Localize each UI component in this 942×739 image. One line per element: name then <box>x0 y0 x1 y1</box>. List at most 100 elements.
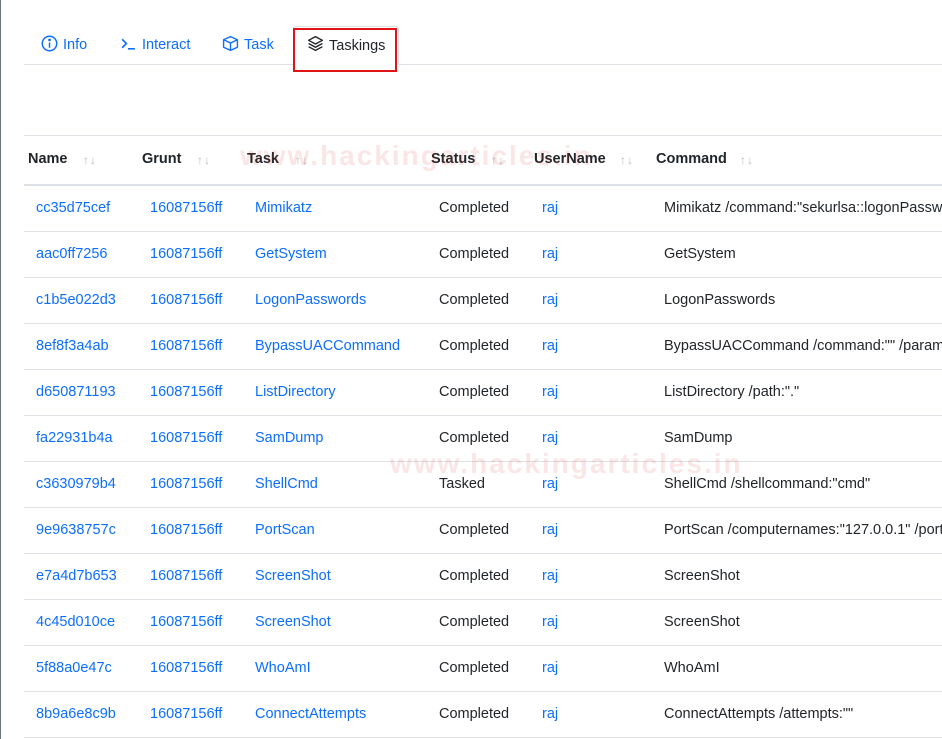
row-name-link[interactable]: 9e9638757c <box>36 508 116 553</box>
row-name-link[interactable]: 4c45d010ce <box>36 600 115 645</box>
row-task-link[interactable]: ScreenShot <box>255 554 331 599</box>
tab-bar: Info Interact Task Taskings <box>24 26 942 65</box>
row-task-link[interactable]: BypassUACCommand <box>255 324 400 369</box>
row-name-link[interactable]: fa22931b4a <box>36 416 113 461</box>
tab-interact-label: Interact <box>142 37 191 53</box>
sort-icon[interactable]: ↑↓ <box>197 136 211 184</box>
row-status: Completed <box>439 706 510 722</box>
row-command: LogonPasswords <box>664 292 776 308</box>
row-grunt-link[interactable]: 16087156ff <box>150 600 222 645</box>
row-name-link[interactable]: 8b9a6e8c9b <box>36 692 116 737</box>
row-grunt-link[interactable]: 16087156ff <box>150 370 222 415</box>
table-row: c3630979b4 16087156ff ShellCmd Tasked raj She… <box>24 462 942 508</box>
row-name-link[interactable]: c1b5e022d3 <box>36 278 116 323</box>
row-task-link[interactable]: SamDump <box>255 416 324 461</box>
row-task-link[interactable]: WhoAmI <box>255 646 311 691</box>
row-command: ScreenShot <box>664 568 740 584</box>
box-icon <box>222 35 244 56</box>
row-status: Completed <box>439 568 510 584</box>
row-task-link[interactable]: LogonPasswords <box>255 278 366 323</box>
row-command: SamDump <box>664 430 733 446</box>
row-grunt-link[interactable]: 16087156ff <box>150 692 222 737</box>
column-header-username[interactable]: UserName <box>534 136 606 184</box>
column-header-status[interactable]: Status <box>431 136 475 184</box>
layers-icon <box>307 35 329 56</box>
tab-task[interactable]: Task <box>222 26 274 64</box>
row-username-link[interactable]: raj <box>542 646 558 691</box>
row-name-link[interactable]: e7a4d7b653 <box>36 554 117 599</box>
row-username-link[interactable]: raj <box>542 462 558 507</box>
table-header: Name ↑↓ Grunt ↑↓ Task ↑↓ Status ↑↓ UserN… <box>24 136 942 186</box>
table-row: cc35d75cef 16087156ff Mimikatz Completed raj… <box>24 186 942 232</box>
row-username-link[interactable]: raj <box>542 416 558 461</box>
row-status: Completed <box>439 430 510 446</box>
taskings-table: Name ↑↓ Grunt ↑↓ Task ↑↓ Status ↑↓ UserN… <box>24 135 942 738</box>
row-username-link[interactable]: raj <box>542 186 558 231</box>
column-header-name[interactable]: Name <box>28 136 68 184</box>
table-row: c1b5e022d3 16087156ff LogonPasswords Comple… <box>24 278 942 324</box>
row-grunt-link[interactable]: 16087156ff <box>150 508 222 553</box>
sort-icon[interactable]: ↑↓ <box>491 136 505 184</box>
row-task-link[interactable]: ListDirectory <box>255 370 336 415</box>
row-name-link[interactable]: cc35d75cef <box>36 186 110 231</box>
sort-icon[interactable]: ↑↓ <box>740 136 754 184</box>
row-username-link[interactable]: raj <box>542 508 558 553</box>
row-username-link[interactable]: raj <box>542 600 558 645</box>
row-grunt-link[interactable]: 16087156ff <box>150 324 222 369</box>
table-row: 9e9638757c 16087156ff PortScan Completed raj… <box>24 508 942 554</box>
table-row: 8b9a6e8c9b 16087156ff ConnectAttempts Compl… <box>24 692 942 738</box>
row-status: Completed <box>439 200 510 216</box>
row-name-link[interactable]: aac0ff7256 <box>36 232 108 277</box>
row-command: WhoAmI <box>664 660 720 676</box>
row-username-link[interactable]: raj <box>542 692 558 737</box>
table-row: 4c45d010ce 16087156ff ScreenShot Completed r… <box>24 600 942 646</box>
column-header-task[interactable]: Task <box>247 136 279 184</box>
row-grunt-link[interactable]: 16087156ff <box>150 232 222 277</box>
row-grunt-link[interactable]: 16087156ff <box>150 462 222 507</box>
row-command: ScreenShot <box>664 614 740 630</box>
row-name-link[interactable]: d650871193 <box>36 370 116 415</box>
row-grunt-link[interactable]: 16087156ff <box>150 186 222 231</box>
row-command: ShellCmd /shellcommand:"cmd" <box>664 476 871 492</box>
row-status: Completed <box>439 338 510 354</box>
row-task-link[interactable]: PortScan <box>255 508 315 553</box>
row-username-link[interactable]: raj <box>542 554 558 599</box>
row-grunt-link[interactable]: 16087156ff <box>150 554 222 599</box>
row-status: Completed <box>439 614 510 630</box>
sort-icon[interactable]: ↑↓ <box>295 136 309 184</box>
tab-interact[interactable]: Interact <box>120 26 190 64</box>
row-name-link[interactable]: 8ef8f3a4ab <box>36 324 109 369</box>
row-task-link[interactable]: ShellCmd <box>255 462 318 507</box>
tab-task-label: Task <box>244 37 274 53</box>
tab-info[interactable]: Info <box>41 26 87 64</box>
row-command: PortScan /computernames:"127.0.0.1" /por… <box>664 522 942 538</box>
tab-taskings[interactable]: Taskings <box>293 26 400 65</box>
row-task-link[interactable]: GetSystem <box>255 232 327 277</box>
row-status: Tasked <box>439 476 485 492</box>
sort-icon[interactable]: ↑↓ <box>620 136 634 184</box>
tab-taskings-label: Taskings <box>329 37 386 54</box>
row-grunt-link[interactable]: 16087156ff <box>150 416 222 461</box>
row-name-link[interactable]: 5f88a0e47c <box>36 646 112 691</box>
row-status: Completed <box>439 246 510 262</box>
row-grunt-link[interactable]: 16087156ff <box>150 278 222 323</box>
row-username-link[interactable]: raj <box>542 232 558 277</box>
table-row: e7a4d7b653 16087156ff ScreenShot Completed r… <box>24 554 942 600</box>
row-name-link[interactable]: c3630979b4 <box>36 462 116 507</box>
window-left-border <box>0 0 1 739</box>
row-username-link[interactable]: raj <box>542 278 558 323</box>
row-task-link[interactable]: ConnectAttempts <box>255 692 366 737</box>
row-task-link[interactable]: Mimikatz <box>255 186 312 231</box>
table-row: d650871193 16087156ff ListDirectory Complet… <box>24 370 942 416</box>
row-command: ListDirectory /path:"." <box>664 384 800 400</box>
tab-info-label: Info <box>63 37 88 53</box>
row-username-link[interactable]: raj <box>542 324 558 369</box>
sort-icon[interactable]: ↑↓ <box>83 136 97 184</box>
row-username-link[interactable]: raj <box>542 370 558 415</box>
column-header-command[interactable]: Command <box>656 136 727 184</box>
table-body: cc35d75cef 16087156ff Mimikatz Completed raj… <box>24 186 942 738</box>
row-grunt-link[interactable]: 16087156ff <box>150 646 222 691</box>
column-header-grunt[interactable]: Grunt <box>142 136 181 184</box>
row-command: Mimikatz /command:"sekurlsa::logonPasswo… <box>664 200 942 216</box>
row-task-link[interactable]: ScreenShot <box>255 600 331 645</box>
